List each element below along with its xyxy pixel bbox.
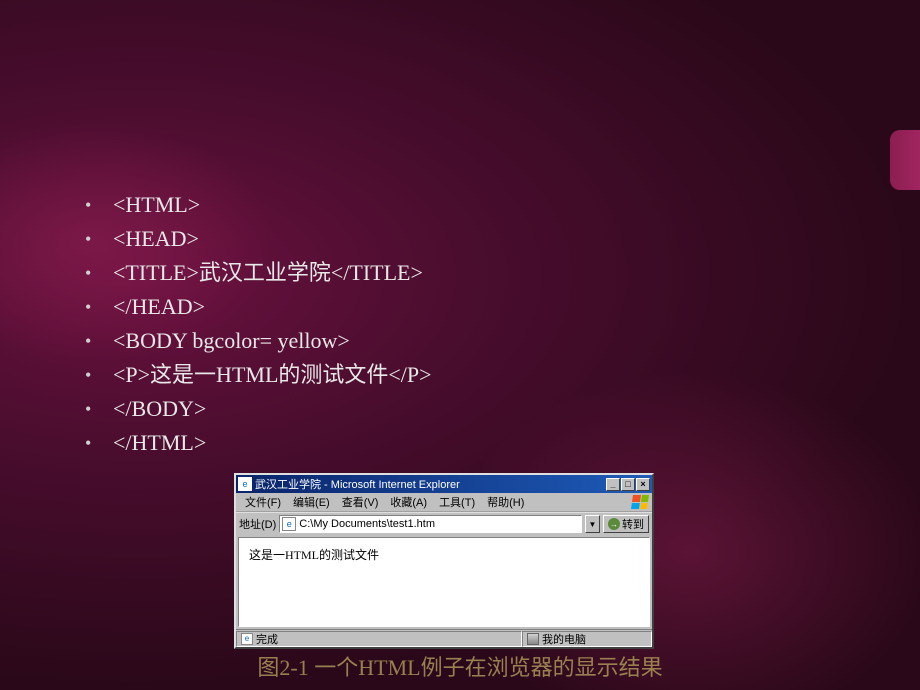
figure-caption: 图2-1 一个HTML例子在浏览器的显示结果 <box>0 650 920 682</box>
address-label: 地址(D) <box>239 516 276 532</box>
go-button[interactable]: → 转到 <box>603 515 649 533</box>
addressbar: 地址(D) e C:\My Documents\test1.htm ▼ → 转到 <box>236 513 652 535</box>
minimize-button[interactable]: _ <box>606 478 620 491</box>
go-label: 转到 <box>622 516 644 532</box>
code-line: </HTML> <box>85 426 432 460</box>
code-line: <TITLE>武汉工业学院</TITLE> <box>85 256 432 290</box>
page-content: 这是一HTML的测试文件 <box>238 537 650 627</box>
code-line: </BODY> <box>85 392 432 426</box>
menu-tools[interactable]: 工具(T) <box>434 494 480 510</box>
menu-view[interactable]: 查看(V) <box>337 494 384 510</box>
address-input[interactable]: e C:\My Documents\test1.htm <box>279 515 582 533</box>
code-line: <HEAD> <box>85 222 432 256</box>
menu-file[interactable]: 文件(F) <box>240 494 286 510</box>
code-line: <P>这是一HTML的测试文件</P> <box>85 358 432 392</box>
window-title: 武汉工业学院 - Microsoft Internet Explorer <box>255 476 606 492</box>
page-icon: e <box>282 517 296 531</box>
address-value: C:\My Documents\test1.htm <box>299 518 435 530</box>
statusbar: e 完成 我的电脑 <box>236 629 652 647</box>
browser-window: e 武汉工业学院 - Microsoft Internet Explorer _… <box>234 473 654 649</box>
close-button[interactable]: × <box>636 478 650 491</box>
code-line: </HEAD> <box>85 290 432 324</box>
ie-icon: e <box>238 477 252 491</box>
status-right-panel: 我的电脑 <box>522 631 652 647</box>
status-done-label: 完成 <box>256 631 278 647</box>
menu-help[interactable]: 帮助(H) <box>482 494 529 510</box>
menu-items: 文件(F) 编辑(E) 查看(V) 收藏(A) 工具(T) 帮助(H) <box>240 494 529 510</box>
status-zone-label: 我的电脑 <box>542 631 586 647</box>
go-arrow-icon: → <box>608 518 620 530</box>
window-controls: _ □ × <box>606 478 650 491</box>
page-text: 这是一HTML的测试文件 <box>249 548 379 562</box>
my-computer-icon <box>527 633 539 645</box>
maximize-button[interactable]: □ <box>621 478 635 491</box>
code-listing: <HTML> <HEAD> <TITLE>武汉工业学院</TITLE> </HE… <box>85 188 432 460</box>
menu-edit[interactable]: 编辑(E) <box>288 494 335 510</box>
address-dropdown-button[interactable]: ▼ <box>585 515 600 533</box>
menubar: 文件(F) 编辑(E) 查看(V) 收藏(A) 工具(T) 帮助(H) <box>236 493 652 511</box>
menu-favorites[interactable]: 收藏(A) <box>385 494 432 510</box>
code-line: <HTML> <box>85 188 432 222</box>
status-left-panel: e 完成 <box>236 631 522 647</box>
slide-accent <box>890 130 920 190</box>
code-line: <BODY bgcolor= yellow> <box>85 324 432 358</box>
titlebar: e 武汉工业学院 - Microsoft Internet Explorer _… <box>236 475 652 493</box>
done-icon: e <box>241 633 253 645</box>
windows-logo-icon <box>631 495 649 509</box>
